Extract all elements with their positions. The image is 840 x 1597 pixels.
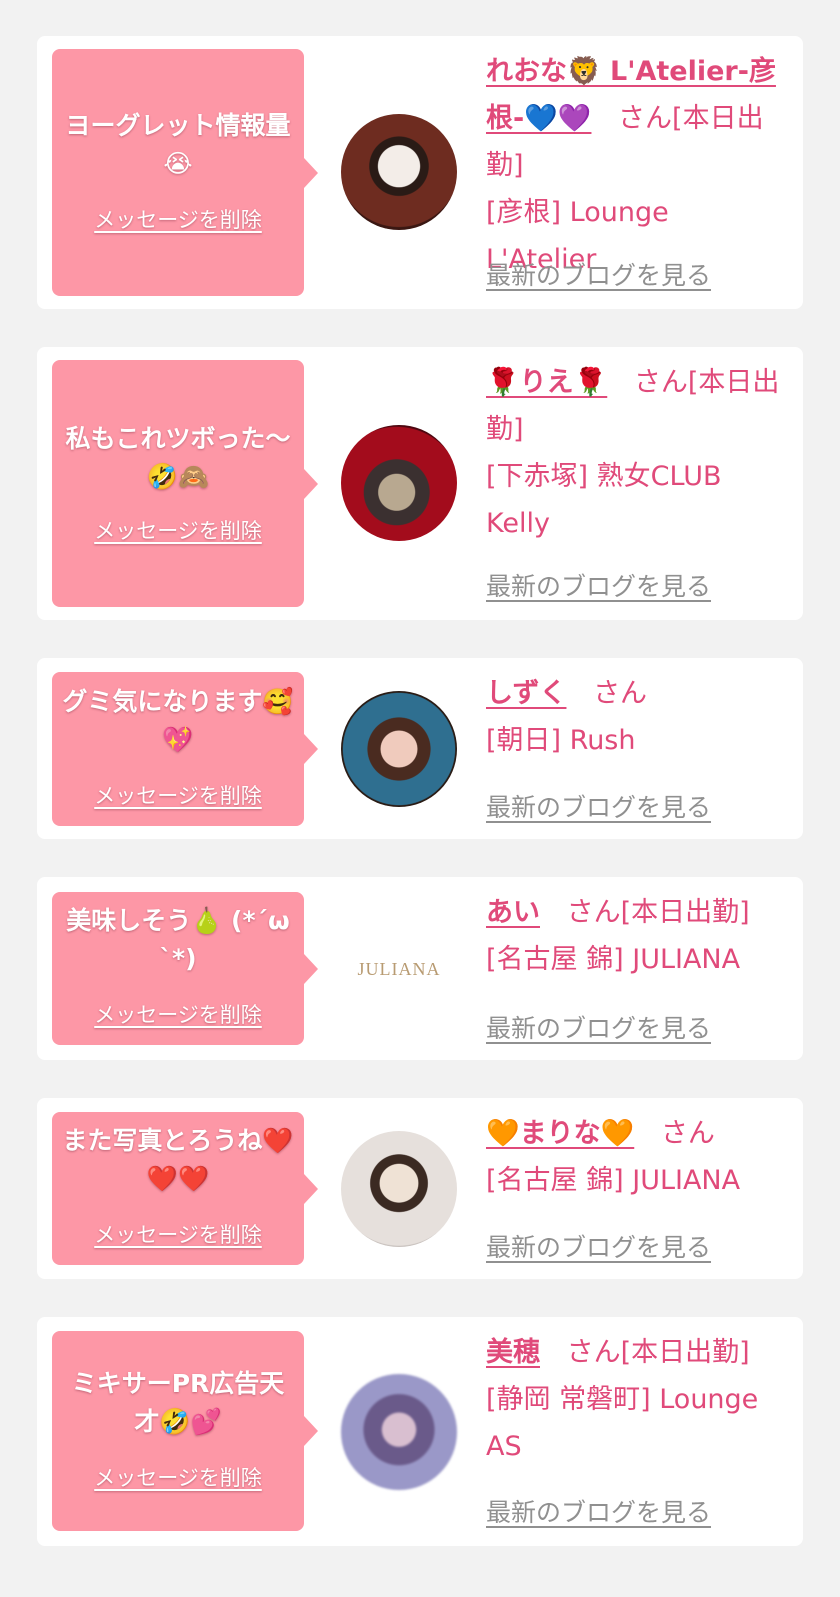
message-bubble: また写真とろうね❤️❤️❤️ メッセージを削除 <box>52 1112 318 1265</box>
cast-name-link[interactable]: しずく <box>486 678 566 709</box>
cast-info: あい さん[本日出勤] [名古屋 錦] JULIANA <box>486 889 786 983</box>
delete-message-link[interactable]: メッセージを削除 <box>52 1219 304 1249</box>
message-card: ミキサーPR広告天才🤣💕 メッセージを削除 美穂 さん[本日出勤] [静岡 常磐… <box>37 1317 803 1546</box>
message-bubble: 美味しそう🍐 (*´ω`*) メッセージを削除 <box>52 892 318 1045</box>
cast-info: 🧡まりな🧡 さん [名古屋 錦] JULIANA <box>486 1110 786 1204</box>
cast-avatar[interactable] <box>341 1374 457 1490</box>
san-label: さん <box>593 678 648 709</box>
cast-avatar[interactable] <box>341 1131 457 1247</box>
message-card: 私もこれツボった〜🤣🙈 メッセージを削除 🌹りえ🌹 さん[本日出勤] [下赤塚]… <box>37 347 803 620</box>
message-card: また写真とろうね❤️❤️❤️ メッセージを削除 🧡まりな🧡 さん [名古屋 錦]… <box>37 1098 803 1279</box>
message-text: グミ気になります🥰💖 <box>62 687 294 754</box>
favorite-message-list: ヨーグレット情報量😭 メッセージを削除 れおな🦁 L'Atelier-彦根-💙💜… <box>37 36 803 1584</box>
message-text: ヨーグレット情報量😭 <box>65 111 291 178</box>
message-text: 私もこれツボった〜🤣🙈 <box>65 424 291 491</box>
delete-message-link[interactable]: メッセージを削除 <box>52 515 304 545</box>
san-label: さん <box>566 1337 621 1368</box>
shop-name: [名古屋 錦] JULIANA <box>486 1165 741 1196</box>
cast-name-link[interactable]: 🧡まりな🧡 <box>486 1118 634 1149</box>
san-label: さん <box>618 103 673 134</box>
latest-blog-link[interactable]: 最新のブログを見る <box>486 256 711 292</box>
cast-avatar[interactable] <box>341 425 457 541</box>
message-bubble: ヨーグレット情報量😭 メッセージを削除 <box>52 49 318 296</box>
latest-blog-link[interactable]: 最新のブログを見る <box>486 788 711 824</box>
san-label: さん <box>566 897 621 928</box>
latest-blog-link[interactable]: 最新のブログを見る <box>486 567 711 603</box>
shop-name: [朝日] Rush <box>486 725 636 756</box>
message-bubble: ミキサーPR広告天才🤣💕 メッセージを削除 <box>52 1331 318 1531</box>
cast-info: 🌹りえ🌹 さん[本日出勤] [下赤塚] 熟女CLUB Kelly <box>486 359 786 547</box>
cast-info: しずく さん [朝日] Rush <box>486 670 786 764</box>
latest-blog-link[interactable]: 最新のブログを見る <box>486 1228 711 1264</box>
cast-info: 美穂 さん[本日出勤] [静岡 常磐町] Lounge AS <box>486 1329 786 1470</box>
message-bubble: グミ気になります🥰💖 メッセージを削除 <box>52 672 318 826</box>
message-card: グミ気になります🥰💖 メッセージを削除 しずく さん [朝日] Rush 最新の… <box>37 658 803 839</box>
message-text: また写真とろうね❤️❤️❤️ <box>62 1126 294 1193</box>
message-text: ミキサーPR広告天才🤣💕 <box>71 1369 285 1436</box>
cast-avatar[interactable] <box>341 114 457 230</box>
message-card: 美味しそう🍐 (*´ω`*) メッセージを削除 JULIANA あい さん[本日… <box>37 877 803 1060</box>
cast-avatar[interactable] <box>341 691 457 807</box>
san-label: さん <box>660 1118 715 1149</box>
shop-name: [静岡 常磐町] Lounge AS <box>486 1384 759 1462</box>
cast-name-link[interactable]: あい <box>486 897 540 928</box>
cast-name-link[interactable]: 🌹りえ🌹 <box>486 367 607 398</box>
shop-logo-text: JULIANA <box>357 958 441 979</box>
delete-message-link[interactable]: メッセージを削除 <box>52 1462 304 1492</box>
delete-message-link[interactable]: メッセージを削除 <box>52 999 304 1029</box>
san-label: さん <box>633 367 688 398</box>
shop-logo-avatar[interactable]: JULIANA <box>341 911 457 1027</box>
latest-blog-link[interactable]: 最新のブログを見る <box>486 1493 711 1529</box>
delete-message-link[interactable]: メッセージを削除 <box>52 204 304 234</box>
shop-name: [下赤塚] 熟女CLUB Kelly <box>486 461 722 539</box>
shop-name: [名古屋 錦] JULIANA <box>486 944 741 975</box>
message-text: 美味しそう🍐 (*´ω`*) <box>66 906 290 973</box>
attendance-status: [本日出勤] <box>620 1337 750 1368</box>
message-card: ヨーグレット情報量😭 メッセージを削除 れおな🦁 L'Atelier-彦根-💙💜… <box>37 36 803 309</box>
attendance-status: [本日出勤] <box>620 897 750 928</box>
message-bubble: 私もこれツボった〜🤣🙈 メッセージを削除 <box>52 360 318 607</box>
cast-info: れおな🦁 L'Atelier-彦根-💙💜 さん[本日出勤] [彦根] Loung… <box>486 48 786 283</box>
latest-blog-link[interactable]: 最新のブログを見る <box>486 1009 711 1045</box>
delete-message-link[interactable]: メッセージを削除 <box>52 780 304 810</box>
cast-name-link[interactable]: 美穂 <box>486 1337 540 1368</box>
